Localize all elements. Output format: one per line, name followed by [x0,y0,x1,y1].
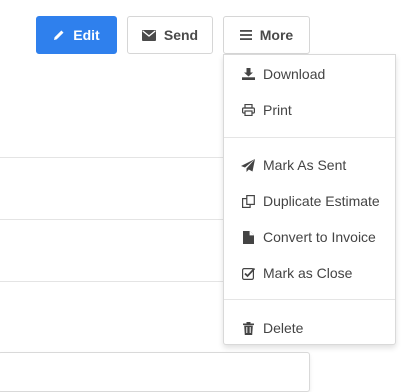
more-button-label: More [259,27,294,43]
menu-item-label: Mark as Close [263,265,353,281]
download-icon [241,67,255,81]
menu-item-print[interactable]: Print [224,95,395,125]
menu-item-label: Download [263,66,326,82]
edit-button[interactable]: Edit [36,16,117,54]
menu-item-mark-as-close[interactable]: Mark as Close [224,258,395,288]
menu-item-label: Mark As Sent [263,157,347,173]
row-divider [0,157,223,158]
menu-item-duplicate-estimate[interactable]: Duplicate Estimate [224,186,395,216]
menu-divider [224,137,395,138]
envelope-icon [141,29,156,41]
menu-divider [224,299,395,300]
check-square-icon [241,266,255,280]
paper-plane-icon [241,158,255,172]
copy-icon [241,194,255,208]
more-dropdown-menu: Download Print Mark As Sent Duplicate Es… [223,54,396,345]
more-button[interactable]: More [223,16,310,54]
print-icon [241,103,255,117]
menu-item-convert-to-invoice[interactable]: Convert to Invoice [224,222,395,252]
menu-item-label: Convert to Invoice [263,229,376,245]
menu-item-label: Delete [263,320,304,336]
pencil-icon [53,29,65,41]
menu-item-delete[interactable]: Delete [224,313,395,343]
file-icon [241,230,255,244]
edit-button-label: Edit [73,27,100,43]
row-divider [0,219,223,220]
menu-item-label: Duplicate Estimate [263,193,380,209]
menu-icon [239,30,252,40]
menu-item-mark-as-sent[interactable]: Mark As Sent [224,150,395,180]
trash-icon [241,321,255,335]
row-divider [0,281,223,282]
send-button[interactable]: Send [127,16,213,54]
send-button-label: Send [163,27,199,43]
menu-item-download[interactable]: Download [224,59,395,89]
menu-item-label: Print [263,102,292,118]
bottom-panel [0,352,310,392]
